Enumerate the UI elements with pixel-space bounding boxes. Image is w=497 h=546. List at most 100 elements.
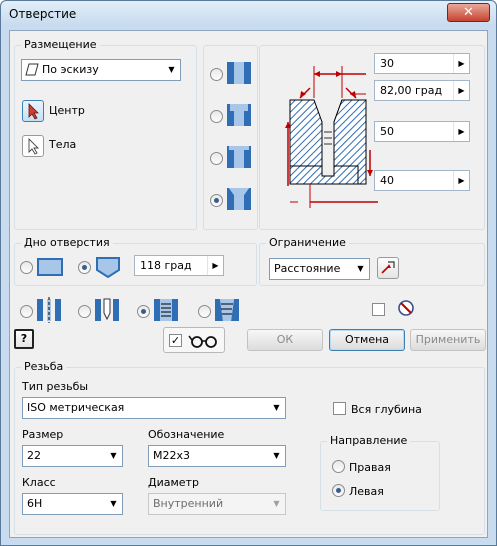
flat-bottom-icon [37,256,63,278]
chevron-down-icon: ▼ [110,499,117,508]
flip-arrows-icon [378,261,398,281]
dimension-input-2[interactable]: 82,00 град ▶ [374,80,470,101]
preview-checkbox[interactable]: ✓ [169,334,182,347]
extra-option-checkbox[interactable] [372,303,385,316]
designation-label: Обозначение [148,428,225,441]
chevron-down-icon: ▼ [273,499,280,508]
chevron-down-icon: ▼ [273,403,280,412]
taper-tapped-radio[interactable] [198,305,211,318]
arrow-pointer-icon [23,103,43,124]
placement-group: Размещение По эскизу ▼ Центр Тела [14,38,197,230]
help-icon: ? [20,332,28,345]
chevron-down-icon: ▼ [110,451,117,460]
dimension-value-1: 30 [380,57,394,70]
chevron-right-icon[interactable]: ▶ [453,122,469,141]
window-title: Отверстие [9,7,77,21]
drilled-hole-icon [36,297,62,323]
preview-toggle[interactable]: ✓ [163,327,225,353]
chevron-down-icon: ▼ [168,65,175,74]
sketch-icon [25,63,39,76]
hole-type-group [203,45,258,230]
simple-hole-icon [226,60,252,86]
hole-type-countersink-radio[interactable] [210,194,223,207]
placement-group-label: Размещение [21,38,100,51]
bottom-flat-radio[interactable] [20,261,33,274]
title-bar[interactable]: Отверстие ✕ [1,1,496,27]
termination-group: Ограничение Расстояние ▼ [259,236,485,286]
thread-group: Резьба Тип резьбы ISO метрическая ▼ Вся … [14,360,485,535]
diameter-value: Внутренний [153,497,224,510]
class-label: Класс [22,476,56,489]
thread-group-label: Резьба [21,360,67,373]
chevron-right-icon[interactable]: ▶ [453,54,469,73]
dialog-window: Отверстие ✕ Размещение По эскизу ▼ Центр [0,0,497,546]
cancel-button[interactable]: Отмена [329,329,405,351]
center-select-button[interactable] [22,100,44,122]
hole-type-spotface-radio[interactable] [210,152,223,165]
dimension-value-3: 50 [380,125,394,138]
designation-select[interactable]: M22x3 ▼ [148,445,286,467]
tapped-radio[interactable] [137,305,150,318]
arrow-pointer-icon [23,137,43,159]
direction-left-radio[interactable] [332,484,345,497]
size-select[interactable]: 22 ▼ [22,445,123,467]
bottom-angle-input[interactable]: 118 град ▶ [134,255,224,276]
class-select[interactable]: 6H ▼ [22,493,123,515]
direction-group-label: Направление [327,434,411,447]
dimension-input-3[interactable]: 50 ▶ [374,121,470,142]
placement-mode-value: По эскизу [42,63,99,76]
chevron-right-icon[interactable]: ▶ [207,256,223,275]
glasses-icon [188,333,220,352]
termination-select[interactable]: Расстояние ▼ [269,258,370,280]
clearance-radio[interactable] [78,305,91,318]
full-depth-label: Вся глубина [351,403,422,416]
solids-select-button[interactable] [22,135,44,157]
chevron-right-icon[interactable]: ▶ [453,171,469,190]
dialog-client-area: Размещение По эскизу ▼ Центр Тела 30 ▶ 8… [9,30,488,538]
diameter-label: Диаметр [148,476,199,489]
thread-type-label: Тип резьбы [22,380,89,393]
direction-right-radio[interactable] [332,460,345,473]
drilled-radio[interactable] [20,305,33,318]
ok-button[interactable]: ОК [247,329,323,351]
taper-tapped-hole-icon [214,297,240,323]
thread-type-value: ISO метрическая [27,401,125,414]
flip-direction-button[interactable] [377,257,399,279]
countersink-hole-icon [226,186,252,212]
direction-right-label: Правая [349,461,391,474]
dimension-input-4[interactable]: 40 ▶ [374,170,470,191]
center-label: Центр [49,104,85,117]
full-depth-checkbox[interactable] [333,402,346,415]
dimension-input-1[interactable]: 30 ▶ [374,53,470,74]
hole-type-counterbore-radio[interactable] [210,110,223,123]
spotface-hole-icon [226,144,252,170]
size-label: Размер [22,428,64,441]
thread-type-select[interactable]: ISO метрическая ▼ [22,397,286,419]
termination-group-label: Ограничение [266,236,349,249]
counterbore-hole-icon [226,102,252,128]
hole-bottom-group-label: Дно отверстия [21,236,113,249]
chevron-down-icon: ▼ [273,451,280,460]
size-value: 22 [27,449,41,462]
placement-mode-select[interactable]: По эскизу ▼ [21,59,181,81]
bottom-angle-value: 118 град [140,259,192,272]
bottom-angle-radio[interactable] [78,261,91,274]
direction-group: Направление Правая Левая [320,434,440,511]
solids-label: Тела [49,138,77,151]
class-value: 6H [27,497,43,510]
dimension-value-2: 82,00 град [380,84,443,97]
hole-type-simple-radio[interactable] [210,68,223,81]
close-button[interactable]: ✕ [447,3,490,22]
hole-preview-group: 30 ▶ 82,00 град ▶ 50 ▶ 40 ▶ [259,45,485,230]
diameter-select[interactable]: Внутренний ▼ [148,493,286,515]
angle-bottom-icon [95,256,121,279]
apply-button[interactable]: Применить [410,329,486,351]
chevron-right-icon[interactable]: ▶ [453,81,469,100]
designation-value: M22x3 [153,449,190,462]
hole-preview-diagram [285,66,378,208]
hole-bottom-group: Дно отверстия 118 град ▶ [14,236,257,286]
help-button[interactable]: ? [14,329,34,349]
no-section-icon[interactable] [397,299,415,317]
clearance-hole-icon [94,297,120,323]
dimension-value-4: 40 [380,174,394,187]
